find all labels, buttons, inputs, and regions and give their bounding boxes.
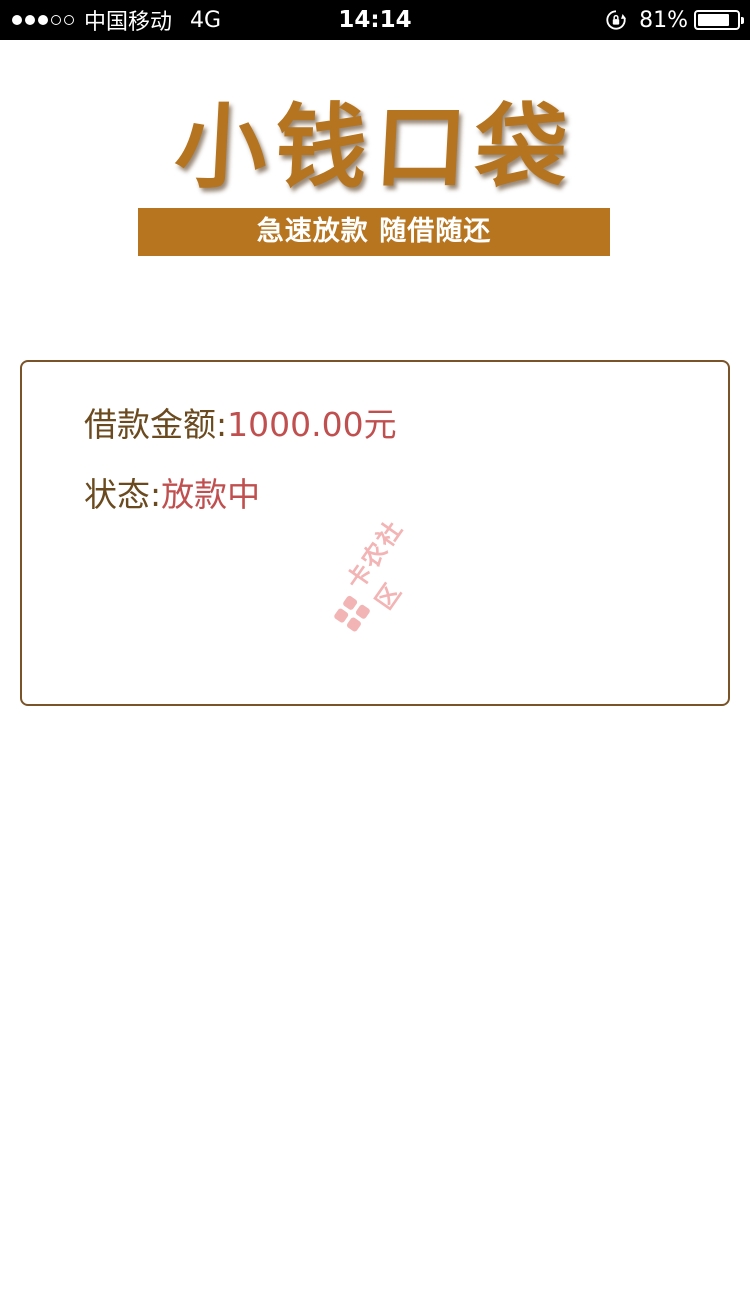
rotation-lock-icon [606,10,627,30]
loan-amount-row: 借款金额:1000.00元 [84,398,397,446]
status-right: 81% [605,0,744,40]
battery-cap [741,17,744,24]
app-name: 小钱口袋 [172,93,578,201]
battery-percent: 81% [639,7,688,33]
status-bar: 中国移动 4G 14:14 81% [0,0,750,40]
loan-status-value: 放款中 [161,475,261,514]
loan-amount-label: 借款金额: [84,405,228,444]
loan-status-label: 状态: [84,475,162,514]
app-logo: 小钱口袋 [0,92,750,202]
loan-status-row: 状态:放款中 [84,468,260,516]
slogan-banner: 急速放款 随借随还 [138,208,610,256]
battery-level [698,14,729,26]
loan-amount-value: 1000.00元 [227,405,397,444]
app-screen: 中国移动 4G 14:14 81% 小钱口袋 急速放款 随借随还 借款金额:10… [0,0,750,1296]
loan-info-card: 借款金额:1000.00元 状态:放款中 [20,360,730,706]
battery-icon [694,10,744,30]
